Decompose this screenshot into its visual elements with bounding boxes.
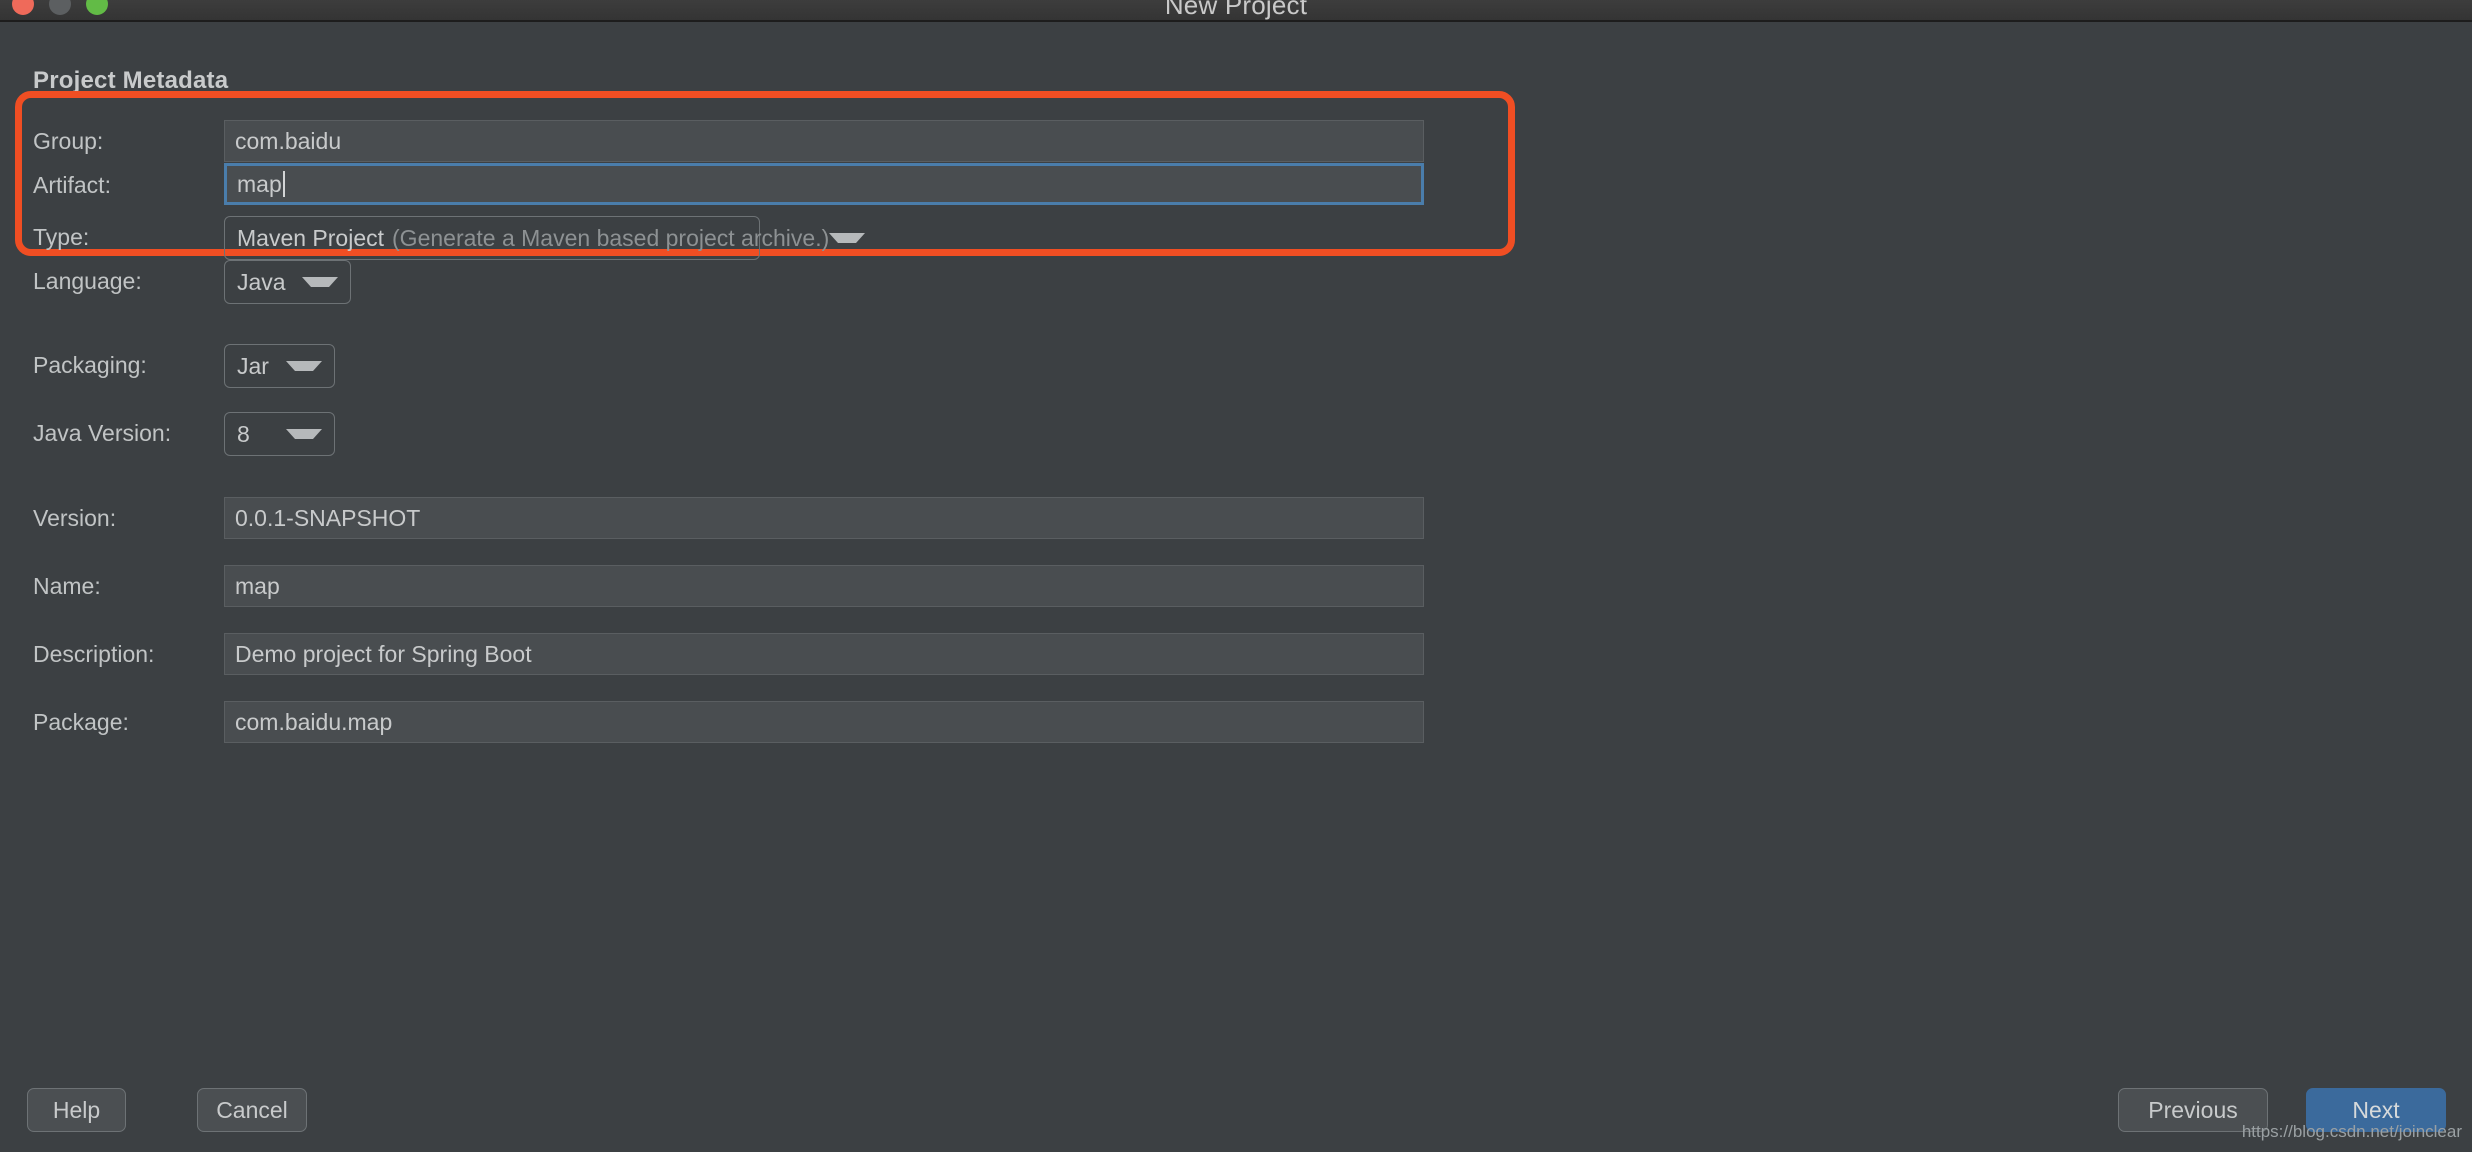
name-input[interactable]: map: [224, 565, 1424, 607]
package-input-value: com.baidu.map: [235, 708, 393, 735]
java-version-label: Java Version:: [33, 420, 172, 446]
cancel-button[interactable]: Cancel: [197, 1088, 307, 1132]
version-label: Version:: [33, 505, 117, 531]
help-button[interactable]: Help: [27, 1088, 126, 1132]
packaging-dropdown[interactable]: Jar: [224, 344, 335, 388]
language-label: Language:: [33, 268, 142, 294]
window-title: New Project: [1164, 0, 1308, 20]
chevron-down-icon: [829, 233, 866, 243]
page-title: Project Metadata: [33, 67, 229, 94]
artifact-input-value: map: [237, 170, 282, 197]
java-version-dropdown[interactable]: 8: [224, 412, 335, 456]
watermark-text: https://blog.csdn.net/joinclear: [2241, 1122, 2462, 1141]
description-input[interactable]: Demo project for Spring Boot: [224, 633, 1424, 675]
type-dropdown-hint: (Generate a Maven based project archive.…: [392, 224, 830, 251]
description-input-value: Demo project for Spring Boot: [235, 640, 532, 667]
name-label: Name:: [33, 573, 101, 599]
version-input[interactable]: 0.0.1-SNAPSHOT: [224, 497, 1424, 539]
language-dropdown-value: Java: [237, 268, 286, 295]
package-input[interactable]: com.baidu.map: [224, 701, 1424, 743]
group-label: Group:: [33, 128, 104, 154]
type-label: Type:: [33, 224, 90, 250]
chevron-down-icon: [286, 361, 322, 371]
new-project-dialog: New Project Project Metadata Group: com.…: [0, 0, 2472, 1152]
window-titlebar: New Project: [0, 0, 2472, 22]
type-dropdown[interactable]: Maven Project (Generate a Maven based pr…: [224, 216, 866, 260]
chevron-down-icon: [302, 277, 338, 287]
java-version-dropdown-value: 8: [237, 420, 250, 447]
packaging-label: Packaging:: [33, 352, 147, 378]
group-input[interactable]: com.baidu: [224, 120, 1424, 162]
name-input-value: map: [235, 572, 280, 599]
chevron-down-icon: [286, 429, 322, 439]
artifact-input[interactable]: map: [224, 163, 1424, 205]
dialog-content: Project Metadata Group: com.baidu Artifa…: [0, 24, 2472, 1152]
package-label: Package:: [33, 709, 129, 735]
group-input-value: com.baidu: [235, 127, 342, 154]
type-dropdown-value: Maven Project: [237, 224, 385, 251]
version-input-value: 0.0.1-SNAPSHOT: [235, 504, 421, 531]
packaging-dropdown-value: Jar: [237, 352, 269, 379]
text-cursor: [282, 171, 285, 197]
language-dropdown[interactable]: Java: [224, 260, 351, 304]
artifact-label: Artifact:: [33, 172, 111, 198]
description-label: Description:: [33, 641, 155, 667]
